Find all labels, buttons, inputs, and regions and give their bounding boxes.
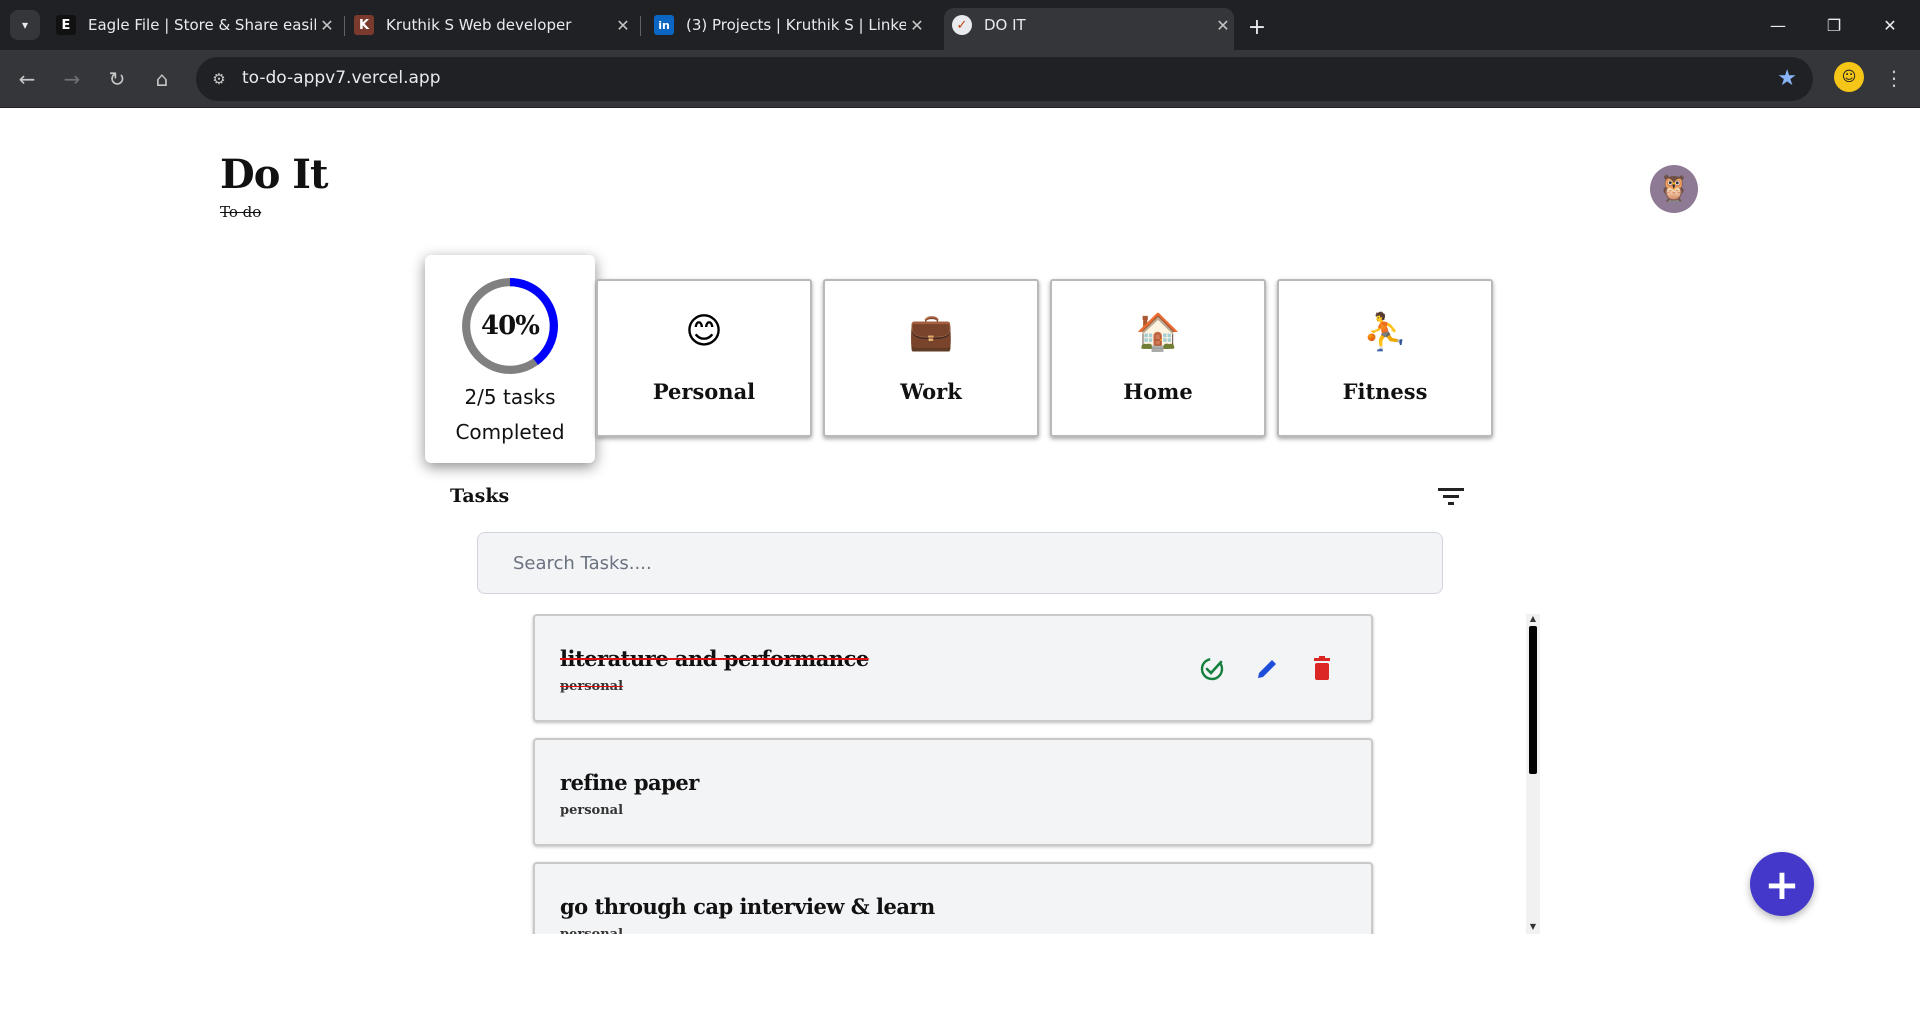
browser-tab-bar: ▾ E Eagle File | Store & Share easily ✕ … bbox=[0, 0, 1920, 50]
close-tab-icon[interactable]: ✕ bbox=[906, 14, 928, 36]
forward-arrow-icon[interactable]: → bbox=[56, 63, 88, 95]
category-name: Fitness bbox=[1342, 379, 1428, 404]
progress-percent: 40% bbox=[481, 311, 540, 341]
mark-complete-check-icon[interactable] bbox=[1197, 654, 1227, 684]
task-title: go through cap interview & learn bbox=[560, 894, 935, 919]
house-icon: 🏠 bbox=[1135, 312, 1181, 353]
progress-card: 40% 2/5 tasks Completed bbox=[425, 255, 595, 463]
task-title: refine paper bbox=[560, 770, 699, 795]
task-title: literature and performance bbox=[560, 646, 869, 671]
portfolio-favicon-icon: K bbox=[354, 15, 374, 35]
category-card-work[interactable]: 💼 Work bbox=[823, 279, 1039, 437]
tab-title: Eagle File | Store & Share easily bbox=[88, 16, 316, 34]
category-card-home[interactable]: 🏠 Home bbox=[1050, 279, 1266, 437]
tasks-heading: Tasks bbox=[450, 485, 510, 507]
task-item-completed[interactable]: literature and performance personal bbox=[533, 614, 1373, 722]
task-item[interactable]: go through cap interview & learn persona… bbox=[533, 862, 1373, 934]
new-tab-plus-icon[interactable]: + bbox=[1243, 13, 1271, 41]
tab-eagle-file[interactable]: E Eagle File | Store & Share easily ✕ bbox=[56, 8, 338, 42]
do-it-favicon-icon: ✓ bbox=[952, 15, 972, 35]
task-list-scrollbar[interactable]: ▲ ▼ bbox=[1526, 614, 1540, 934]
tab-linkedin[interactable]: in (3) Projects | Kruthik S | LinkedIn ✕ bbox=[654, 8, 928, 42]
app-title: Do It bbox=[220, 151, 328, 198]
category-card-fitness[interactable]: ⛹ Fitness bbox=[1277, 279, 1493, 437]
tab-title: (3) Projects | Kruthik S | LinkedIn bbox=[686, 16, 906, 34]
tab-search-chevron-icon[interactable]: ▾ bbox=[10, 10, 40, 40]
task-category: personal bbox=[560, 927, 623, 934]
profile-avatar-icon[interactable]: ☺ bbox=[1834, 62, 1864, 92]
site-info-icon[interactable]: ⚙ bbox=[206, 66, 232, 92]
tab-title: Kruthik S Web developer bbox=[386, 16, 572, 34]
scroll-up-arrow-icon[interactable]: ▲ bbox=[1526, 614, 1540, 626]
search-tasks-input[interactable] bbox=[477, 532, 1443, 594]
add-task-button[interactable]: + bbox=[1750, 852, 1814, 916]
restore-icon[interactable]: ❐ bbox=[1806, 0, 1862, 50]
close-tab-icon[interactable]: ✕ bbox=[612, 14, 634, 36]
task-item[interactable]: refine paper personal bbox=[533, 738, 1373, 846]
url-text: to-do-appv7.vercel.app bbox=[242, 68, 441, 88]
address-bar[interactable]: ⚙ to-do-appv7.vercel.app ★ bbox=[196, 57, 1813, 101]
app-page: Do It To do 🦉 40% 2/5 tasks Completed 😊 … bbox=[0, 109, 1920, 1020]
task-category: personal bbox=[560, 803, 624, 818]
edit-pencil-icon[interactable] bbox=[1252, 654, 1282, 684]
tab-separator bbox=[344, 16, 345, 36]
filter-icon[interactable] bbox=[1436, 485, 1466, 509]
close-window-icon[interactable]: ✕ bbox=[1862, 0, 1918, 50]
progress-count: 2/5 tasks bbox=[464, 385, 556, 409]
close-tab-icon[interactable]: ✕ bbox=[1212, 14, 1234, 36]
delete-trash-icon[interactable] bbox=[1307, 654, 1337, 684]
eagle-file-favicon-icon: E bbox=[56, 15, 76, 35]
minimize-icon[interactable]: — bbox=[1750, 0, 1806, 50]
home-icon[interactable]: ⌂ bbox=[146, 63, 178, 95]
scroll-down-arrow-icon[interactable]: ▼ bbox=[1526, 922, 1540, 934]
menu-kebab-icon[interactable]: ⋮ bbox=[1880, 62, 1908, 94]
app-subtitle: To do bbox=[220, 203, 262, 221]
category-name: Home bbox=[1123, 379, 1193, 404]
briefcase-icon: 💼 bbox=[908, 312, 954, 353]
category-name: Work bbox=[900, 379, 962, 404]
category-card-personal[interactable]: 😊 Personal bbox=[596, 279, 812, 437]
task-category: personal bbox=[560, 679, 624, 694]
scrollbar-thumb[interactable] bbox=[1529, 626, 1537, 774]
tab-do-it[interactable]: ✓ DO IT ✕ bbox=[944, 8, 1234, 50]
tab-separator bbox=[640, 16, 641, 36]
basketball-player-icon: ⛹ bbox=[1362, 312, 1408, 353]
reload-icon[interactable]: ↻ bbox=[101, 63, 133, 95]
task-list: literature and performance personal refi… bbox=[530, 614, 1540, 934]
user-avatar-owl-icon[interactable]: 🦉 bbox=[1650, 165, 1698, 213]
progress-status: Completed bbox=[455, 420, 565, 444]
smile-icon: 😊 bbox=[685, 311, 723, 352]
bookmark-star-icon[interactable]: ★ bbox=[1777, 66, 1797, 91]
tab-title: DO IT bbox=[984, 16, 1026, 34]
tab-kruthik-portfolio[interactable]: K Kruthik S Web developer ✕ bbox=[354, 8, 634, 42]
close-tab-icon[interactable]: ✕ bbox=[316, 14, 338, 36]
category-name: Personal bbox=[652, 379, 756, 404]
linkedin-favicon-icon: in bbox=[654, 15, 674, 35]
browser-toolbar: ← → ↻ ⌂ ⚙ to-do-appv7.vercel.app ★ ☺ ⋮ bbox=[0, 50, 1920, 108]
back-arrow-icon[interactable]: ← bbox=[11, 63, 43, 95]
